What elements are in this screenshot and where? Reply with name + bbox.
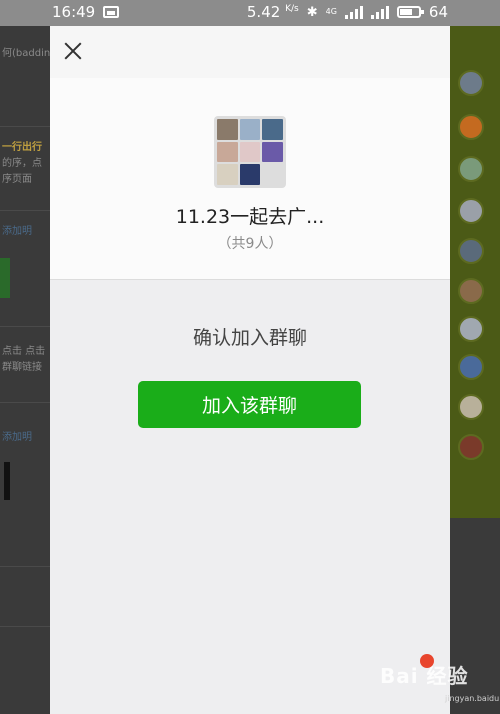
background-thumbnail (0, 258, 10, 298)
status-time: 16:49 (52, 3, 96, 21)
avatar (458, 434, 484, 460)
battery-icon (396, 6, 424, 18)
member-avatar (262, 119, 283, 140)
avatar (458, 114, 484, 140)
avatar (458, 316, 484, 342)
bluetooth-icon: ✱ (306, 4, 318, 20)
join-group-dialog: 11.23一起去广... （共9人） 确认加入群聊 加入该群聊 (50, 26, 450, 714)
signal-strength-icon (344, 5, 363, 19)
background-snippet: 添加明 (2, 226, 32, 237)
image-notification-icon (103, 6, 120, 18)
member-avatar (217, 164, 238, 185)
watermark-url: jingyan.baidu.com (445, 694, 500, 703)
divider (0, 326, 52, 327)
signal-strength-icon-2 (370, 5, 389, 19)
baidu-paw-icon (420, 654, 434, 668)
avatar (458, 394, 484, 420)
status-right: 5.42 K/s ✱ 4G 64 (247, 3, 448, 21)
member-count: （共9人） (217, 236, 283, 252)
background-snippet: 何(baddin (2, 48, 51, 59)
background-snippet: 的序，点 (2, 158, 42, 169)
background-block (4, 462, 10, 500)
group-avatar (214, 116, 286, 188)
network-speed: 5.42 K/s (247, 3, 299, 21)
background-snippet: 添加明 (2, 432, 32, 443)
group-name: 11.23一起去广... (175, 206, 325, 228)
divider (0, 566, 52, 567)
member-avatar (217, 119, 238, 140)
divider (0, 126, 52, 127)
background-right-panel (450, 26, 500, 518)
member-avatar (239, 119, 261, 140)
close-icon[interactable] (62, 40, 84, 62)
dialog-header (50, 26, 450, 78)
background-snippet: 点击 点击 (2, 346, 46, 357)
member-avatar (217, 141, 238, 163)
status-bar: 16:49 5.42 K/s ✱ 4G 64 (0, 0, 500, 26)
avatar (458, 198, 484, 224)
divider (0, 402, 52, 403)
avatar (458, 238, 484, 264)
background-snippet: 群聊链接 (2, 362, 42, 373)
divider (0, 626, 52, 627)
join-group-button[interactable]: 加入该群聊 (138, 381, 361, 428)
battery-level: 64 (428, 3, 448, 21)
background-snippet: 序页面 (2, 174, 32, 185)
avatar (458, 278, 484, 304)
member-avatar-empty (262, 164, 283, 185)
baidu-watermark: Bai 经验 (380, 654, 490, 690)
divider (0, 210, 52, 211)
status-left: 16:49 (52, 3, 120, 21)
background-left-panel: 何(baddin 一行出行 的序，点 序页面 添加明 点击 点击 群聊链接 添加… (0, 26, 52, 714)
member-avatar (239, 164, 261, 185)
avatar (458, 354, 484, 380)
network-speed-value: 5.42 (246, 3, 281, 21)
member-avatar (239, 141, 261, 163)
group-info-card: 11.23一起去广... （共9人） (50, 78, 450, 280)
network-speed-unit: K/s (285, 4, 299, 14)
background-snippet: 一行出行 (2, 142, 42, 153)
avatar (458, 156, 484, 182)
member-avatar (262, 141, 283, 163)
confirm-join-text: 确认加入群聊 (192, 327, 307, 349)
avatar (458, 70, 484, 96)
network-type-label: 4G (325, 7, 337, 16)
